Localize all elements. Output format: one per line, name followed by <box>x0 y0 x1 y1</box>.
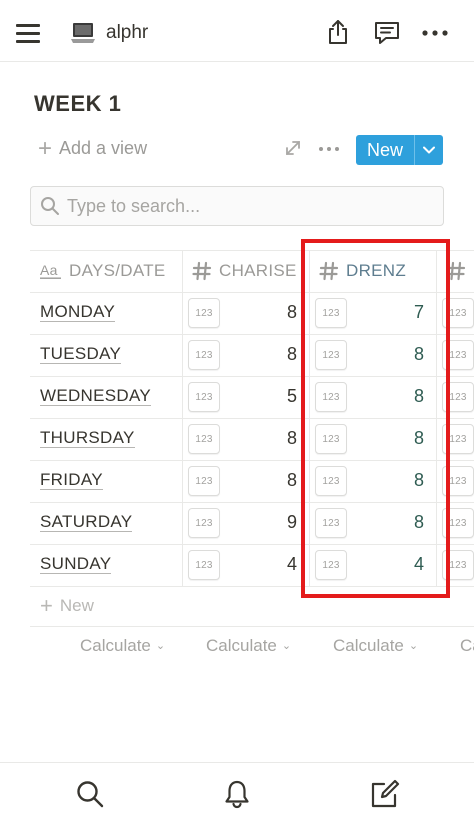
number-badge: 123 <box>315 340 347 370</box>
charise-value[interactable]: 8 <box>287 302 297 323</box>
day-cell[interactable]: TUESDAY <box>40 344 122 364</box>
search-icon <box>41 197 59 215</box>
number-property-icon <box>446 261 466 281</box>
number-badge: 123 <box>315 298 347 328</box>
table-row[interactable]: TUESDAY 123 8 123 8 123 <box>30 334 474 376</box>
table-row[interactable]: THURSDAY 123 8 123 8 123 <box>30 418 474 460</box>
number-badge: 123 <box>442 382 474 412</box>
workspace-name[interactable]: alphr <box>106 22 148 44</box>
table-row[interactable]: SATURDAY 123 9 123 8 123 <box>30 502 474 544</box>
number-badge: 123 <box>315 382 347 412</box>
chevron-down-icon: ⌄ <box>155 640 166 652</box>
expand-icon[interactable] <box>284 139 302 157</box>
bottom-bar <box>0 762 474 823</box>
day-cell[interactable]: SATURDAY <box>40 512 133 532</box>
add-view-label: Add a view <box>59 138 148 158</box>
share-icon[interactable] <box>324 18 352 46</box>
day-cell[interactable]: WEDNESDAY <box>40 386 152 406</box>
number-badge: 123 <box>442 466 474 496</box>
number-badge: 123 <box>442 550 474 580</box>
calculate-dropdown[interactable]: Ca <box>460 636 474 656</box>
column-header-next[interactable] <box>446 250 474 292</box>
charise-value[interactable]: 8 <box>287 344 297 365</box>
charise-value[interactable]: 9 <box>287 512 297 533</box>
charise-value[interactable]: 5 <box>287 386 297 407</box>
new-button[interactable]: New <box>356 135 443 165</box>
day-cell[interactable]: FRIDAY <box>40 470 103 490</box>
number-badge: 123 <box>442 298 474 328</box>
number-badge: 123 <box>315 424 347 454</box>
charise-value[interactable]: 8 <box>287 428 297 449</box>
calculate-dropdown[interactable]: Calculate ⌄ <box>333 636 418 656</box>
number-badge: 123 <box>442 508 474 538</box>
chevron-down-icon: ⌄ <box>408 640 419 652</box>
search-icon[interactable] <box>75 779 105 809</box>
column-header-days-date[interactable]: Aa DAYS/DATE <box>40 250 180 292</box>
table-row[interactable]: WEDNESDAY 123 5 123 8 123 <box>30 376 474 418</box>
number-badge: 123 <box>188 340 220 370</box>
number-property-icon <box>319 261 339 281</box>
column-header-charise[interactable]: CHARISE <box>192 250 308 292</box>
bell-icon[interactable] <box>222 779 252 809</box>
hamburger-icon[interactable] <box>16 24 40 43</box>
drenz-value[interactable]: 8 <box>414 386 424 407</box>
day-cell[interactable]: SUNDAY <box>40 554 112 574</box>
charise-value[interactable]: 4 <box>287 554 297 575</box>
plus-icon: + <box>38 134 53 162</box>
day-cell[interactable]: THURSDAY <box>40 428 135 448</box>
number-badge: 123 <box>188 466 220 496</box>
new-dropdown-chevron-icon[interactable] <box>415 135 443 165</box>
number-badge: 123 <box>315 508 347 538</box>
top-bar: alphr <box>0 0 474 62</box>
number-badge: 123 <box>188 550 220 580</box>
drenz-value[interactable]: 8 <box>414 428 424 449</box>
day-cell[interactable]: MONDAY <box>40 302 116 322</box>
new-button-label[interactable]: New <box>356 135 414 165</box>
drenz-value[interactable]: 7 <box>414 302 424 323</box>
number-badge: 123 <box>442 340 474 370</box>
number-badge: 123 <box>442 424 474 454</box>
add-view-button[interactable]: + Add a view <box>38 134 148 162</box>
number-badge: 123 <box>315 550 347 580</box>
drenz-value[interactable]: 4 <box>414 554 424 575</box>
drenz-value[interactable]: 8 <box>414 344 424 365</box>
plus-icon: + <box>40 593 53 618</box>
search-box[interactable] <box>30 186 444 226</box>
new-row-label: New <box>59 596 94 615</box>
number-badge: 123 <box>315 466 347 496</box>
calculate-dropdown[interactable]: Calculate ⌄ <box>206 636 291 656</box>
table-row[interactable]: SUNDAY 123 4 123 4 123 <box>30 544 474 586</box>
number-property-icon <box>192 261 212 281</box>
table-row[interactable]: MONDAY 123 8 123 7 123 <box>30 292 474 334</box>
compose-icon[interactable] <box>370 779 400 809</box>
svg-text:Aa: Aa <box>40 263 58 278</box>
number-badge: 123 <box>188 508 220 538</box>
table-row[interactable]: FRIDAY 123 8 123 8 123 <box>30 460 474 502</box>
text-property-icon: Aa <box>40 263 61 279</box>
drenz-value[interactable]: 8 <box>414 470 424 491</box>
search-input[interactable] <box>67 187 437 225</box>
number-badge: 123 <box>188 424 220 454</box>
page-title: WEEK 1 <box>34 91 122 116</box>
laptop-icon <box>71 23 95 43</box>
charise-value[interactable]: 8 <box>287 470 297 491</box>
column-header-drenz[interactable]: DRENZ <box>319 250 435 292</box>
more-icon[interactable] <box>421 18 449 46</box>
chevron-down-icon: ⌄ <box>281 640 292 652</box>
number-badge: 123 <box>188 298 220 328</box>
number-badge: 123 <box>188 382 220 412</box>
drenz-value[interactable]: 8 <box>414 512 424 533</box>
comment-icon[interactable] <box>373 18 401 46</box>
calculate-dropdown[interactable]: Calculate ⌄ <box>80 636 165 656</box>
new-row-button[interactable]: + New <box>40 593 94 618</box>
view-options-icon[interactable] <box>318 139 340 159</box>
